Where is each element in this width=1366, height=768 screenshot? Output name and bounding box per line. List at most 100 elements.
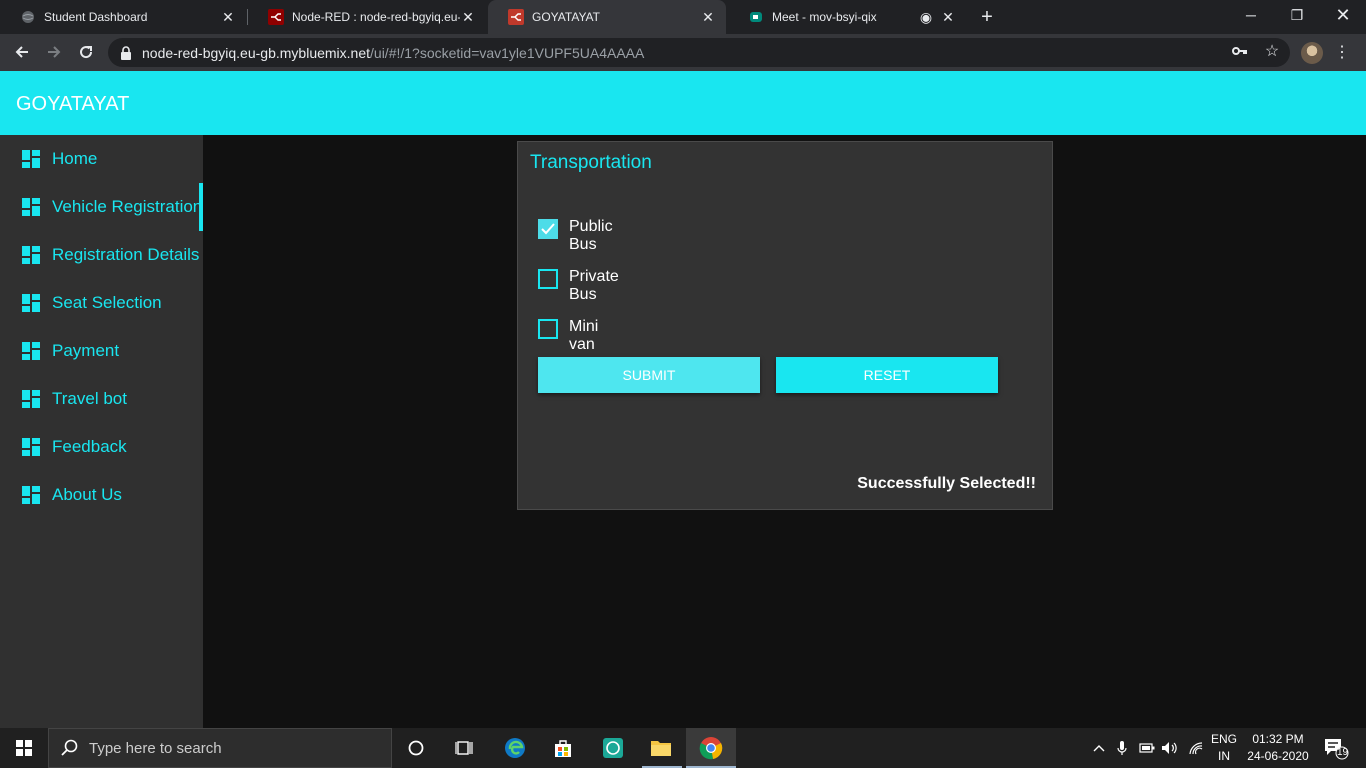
browser-tab-strip: Student Dashboard ✕ Node-RED : node-red-… [0,0,1366,34]
sidebar-item-home[interactable]: Home [0,135,203,183]
url-host: node-red-bgyiq.eu-gb.mybluemix.net [142,44,371,61]
cortana-icon[interactable] [398,728,434,768]
app-header: GOYATAYAT [0,71,1366,135]
tab-title: Student Dashboard [44,10,148,24]
notification-count: 19 [1337,747,1349,758]
close-window-button[interactable]: ✕ [1320,0,1366,30]
app-title: GOYATAYAT [16,93,130,115]
option-private-bus[interactable]: Private Bus [538,268,629,304]
file-explorer-icon[interactable] [642,728,680,768]
battery-icon[interactable] [1138,728,1156,768]
sidebar-item-registration-details[interactable]: Registration Details [0,231,203,279]
option-label: Mini van [569,318,599,353]
tab-title: Node-RED : node-red-bgyiq.eu-g [292,10,460,24]
forward-button[interactable] [42,40,66,64]
close-tab-icon[interactable]: ✕ [220,9,236,25]
sidebar-item-label: Seat Selection [52,293,162,312]
tab-meet[interactable]: Meet - mov-bsyi-qix ◉ ✕ [728,0,966,34]
sidebar-item-travel-bot[interactable]: Travel bot [0,375,203,423]
checkbox[interactable] [538,269,558,289]
card-title: Transportation [530,152,652,173]
sidebar-item-vehicle-registration[interactable]: Vehicle Registration [0,183,203,231]
whatsapp-icon[interactable] [594,728,632,768]
microphone-icon[interactable] [1114,728,1130,768]
taskbar-search-box[interactable]: Type here to search [48,728,392,768]
dashboard-icon [22,246,40,264]
sidebar: Home Vehicle Registration Registration D… [0,135,203,728]
sidebar-item-label: Registration Details [52,245,200,264]
clock-date: 24-06-2020 [1247,749,1309,763]
tab-title: Meet - mov-bsyi-qix [772,10,877,24]
meet-icon [748,9,764,25]
main-content: Transportation Public Bus Private Bus Mi… [203,135,1366,728]
option-mini-van[interactable]: Mini van [538,318,629,354]
back-button[interactable] [10,40,34,64]
arrow-right-icon [48,46,61,58]
sidebar-item-payment[interactable]: Payment [0,327,203,375]
sidebar-item-label: Feedback [52,437,127,456]
address-bar[interactable]: node-red-bgyiq.eu-gb.mybluemix.net/ui/#!… [108,38,1290,67]
tab-student-dashboard[interactable]: Student Dashboard ✕ [0,0,246,34]
sidebar-item-about-us[interactable]: About Us [0,471,203,519]
option-label: Public Bus [569,218,613,253]
windows-taskbar: Type here to search ENG IN 01:32 PM 24-0… [0,728,1366,768]
key-icon[interactable] [1228,39,1252,63]
bookmark-star-icon[interactable]: ☆ [1260,39,1284,63]
sidebar-item-label: Vehicle Registration [52,197,203,216]
profile-avatar[interactable] [1301,42,1323,64]
sidebar-item-label: Travel bot [52,389,127,408]
edge-icon[interactable] [496,728,534,768]
dashboard-icon [22,342,40,360]
dashboard-icon [22,150,40,168]
restore-button[interactable]: ❐ [1274,0,1320,30]
transportation-card: Transportation Public Bus Private Bus Mi… [517,141,1053,510]
start-button[interactable] [0,728,48,768]
arrow-left-icon [15,46,28,58]
chrome-icon [699,737,723,760]
option-label: Private Bus [569,268,619,303]
checkbox[interactable] [538,319,558,339]
checkbox[interactable] [538,219,558,239]
dashboard-icon [22,294,40,312]
wifi-icon[interactable] [1186,728,1206,768]
chrome-taskbar-button[interactable] [686,728,736,768]
windows-logo-icon [16,740,32,756]
reload-button[interactable] [74,40,98,64]
volume-icon[interactable] [1160,728,1180,768]
reset-button[interactable]: RESET [776,357,998,393]
close-tab-icon[interactable]: ✕ [700,9,716,25]
search-placeholder: Type here to search [89,739,222,757]
close-tab-icon[interactable]: ✕ [940,9,956,25]
reload-icon [80,46,93,59]
new-tab-button[interactable]: + [976,6,998,28]
option-public-bus[interactable]: Public Bus [538,218,629,254]
store-icon[interactable] [544,728,582,768]
system-clock[interactable]: 01:32 PM 24-06-2020 [1244,731,1312,765]
url-path: /ui/#!/1?socketid=vav1yle1VUPF5UA4AAAA [370,44,645,61]
sidebar-item-feedback[interactable]: Feedback [0,423,203,471]
recording-icon: ◉ [919,8,933,25]
search-icon [61,739,78,756]
lock-icon [120,45,134,60]
dashboard-icon [22,486,40,504]
sidebar-item-label: About Us [52,485,122,504]
checkmark-icon [541,223,555,235]
dashboard-icon [22,390,40,408]
node-red-icon [268,9,284,25]
menu-dots-icon[interactable]: ⋮ [1334,42,1350,64]
task-view-icon[interactable] [446,728,482,768]
sidebar-item-label: Payment [52,341,120,360]
dashboard-icon [22,198,40,216]
tab-title: GOYATAYAT [532,10,601,24]
tab-goyatayat[interactable]: GOYATAYAT ✕ [488,0,726,34]
sidebar-item-seat-selection[interactable]: Seat Selection [0,279,203,327]
submit-button[interactable]: SUBMIT [538,357,760,393]
language-indicator[interactable]: ENG IN [1208,731,1240,765]
notification-center-icon[interactable]: 19 [1320,728,1352,768]
sidebar-item-label: Home [52,149,98,168]
chevron-up-icon[interactable] [1090,728,1108,768]
globe-icon [20,9,36,25]
tab-node-red[interactable]: Node-RED : node-red-bgyiq.eu-g ✕ [248,0,486,34]
minimize-button[interactable]: ─ [1228,0,1274,30]
close-tab-icon[interactable]: ✕ [460,9,476,25]
